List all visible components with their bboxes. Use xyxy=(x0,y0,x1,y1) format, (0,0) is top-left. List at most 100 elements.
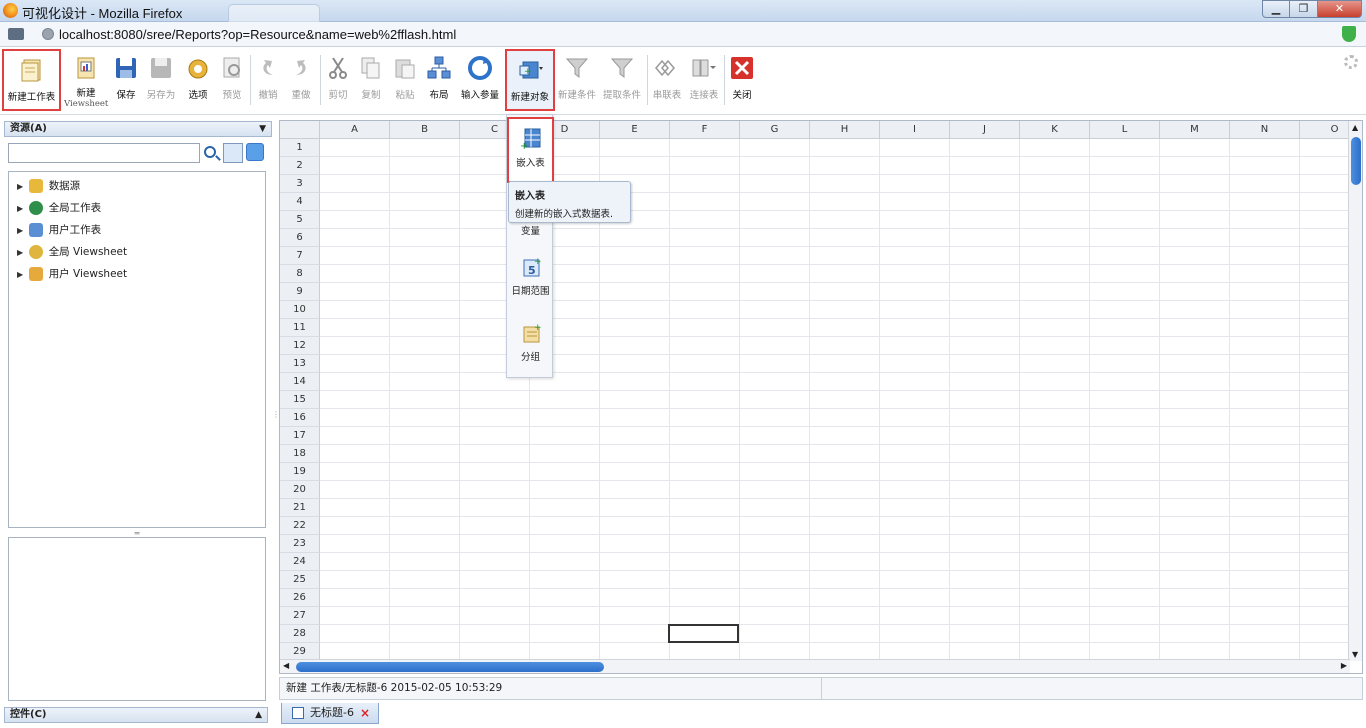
expand-arrow-icon[interactable]: ▶ xyxy=(17,176,26,198)
cut-button[interactable]: 剪切 xyxy=(324,49,352,111)
chevron-down-icon[interactable]: ▼ xyxy=(259,122,266,136)
tree-item-global-worksheet[interactable]: ▶ 全局工作表 xyxy=(9,197,265,219)
tree-item-datasource[interactable]: ▶ 数据源 xyxy=(9,175,265,197)
column-header[interactable]: H xyxy=(810,121,880,139)
menu-item-embedded-table[interactable]: + 嵌入表 xyxy=(507,117,554,183)
row-header[interactable]: 8 xyxy=(280,265,320,283)
tree-item-global-viewsheet[interactable]: ▶ 全局 Viewsheet xyxy=(9,241,265,263)
row-header[interactable]: 28 xyxy=(280,625,320,643)
controls-panel-header[interactable]: 控件(C) ▲ xyxy=(4,707,268,723)
grid-corner[interactable] xyxy=(280,121,320,139)
row-header[interactable]: 5 xyxy=(280,211,320,229)
row-header[interactable]: 9 xyxy=(280,283,320,301)
close-window-button[interactable]: ✕ xyxy=(1318,0,1362,18)
column-header[interactable]: I xyxy=(880,121,950,139)
horizontal-scroll-thumb[interactable] xyxy=(296,662,604,672)
row-header[interactable]: 11 xyxy=(280,319,320,337)
new-object-button[interactable]: + 新建对象 xyxy=(505,49,555,111)
grid-cells[interactable] xyxy=(320,139,1350,661)
row-header[interactable]: 12 xyxy=(280,337,320,355)
shield-icon[interactable] xyxy=(1342,26,1356,42)
maximize-button[interactable]: ❐ xyxy=(1290,0,1318,18)
search-icon[interactable] xyxy=(204,146,216,158)
close-button[interactable]: 关闭 xyxy=(728,49,756,111)
menu-item-date-range[interactable]: 5 + 日期范围 xyxy=(507,247,554,307)
background-tab[interactable] xyxy=(228,4,320,22)
column-header[interactable]: K xyxy=(1020,121,1090,139)
extract-condition-button[interactable]: 提取条件 xyxy=(600,49,644,111)
column-header[interactable]: E xyxy=(600,121,670,139)
column-header[interactable]: N xyxy=(1230,121,1300,139)
new-worksheet-button[interactable]: 新建工作表 xyxy=(2,49,61,111)
row-header[interactable]: 17 xyxy=(280,427,320,445)
url-text[interactable]: localhost:8080/sree/Reports?op=Resource&… xyxy=(59,27,456,42)
row-header[interactable]: 7 xyxy=(280,247,320,265)
copy-button[interactable]: 复制 xyxy=(356,49,386,111)
row-header[interactable]: 22 xyxy=(280,517,320,535)
expand-arrow-icon[interactable]: ▶ xyxy=(17,242,26,264)
row-header[interactable]: 16 xyxy=(280,409,320,427)
column-header[interactable]: B xyxy=(390,121,460,139)
options-button[interactable]: 选项 xyxy=(182,49,214,111)
selected-cell[interactable] xyxy=(668,624,739,643)
save-button[interactable]: 保存 xyxy=(112,49,140,111)
row-header[interactable]: 6 xyxy=(280,229,320,247)
scroll-left-icon[interactable]: ◀ xyxy=(283,661,289,670)
minimize-button[interactable]: ▁ xyxy=(1262,0,1290,18)
vertical-scrollbar[interactable]: ▲ ▼ xyxy=(1348,121,1362,661)
row-header[interactable]: 2 xyxy=(280,157,320,175)
resource-search-input[interactable] xyxy=(8,143,200,163)
refresh-icon[interactable] xyxy=(246,143,264,161)
row-header[interactable]: 21 xyxy=(280,499,320,517)
menu-item-group[interactable]: + 分组 xyxy=(507,313,554,373)
new-condition-button[interactable]: 新建条件 xyxy=(557,49,597,111)
row-header[interactable]: 19 xyxy=(280,463,320,481)
paste-button[interactable]: 粘贴 xyxy=(390,49,420,111)
tree-view-icon[interactable] xyxy=(223,143,243,163)
unjoin-button[interactable]: 串联表 xyxy=(650,49,684,111)
row-header[interactable]: 23 xyxy=(280,535,320,553)
row-header[interactable]: 24 xyxy=(280,553,320,571)
expand-arrow-icon[interactable]: ▶ xyxy=(17,198,26,220)
column-header[interactable]: F xyxy=(670,121,740,139)
row-header[interactable]: 27 xyxy=(280,607,320,625)
row-header[interactable]: 3 xyxy=(280,175,320,193)
row-header[interactable]: 10 xyxy=(280,301,320,319)
expand-arrow-icon[interactable]: ▶ xyxy=(17,220,26,242)
scroll-right-icon[interactable]: ▶ xyxy=(1341,661,1347,670)
chevron-up-icon[interactable]: ▲ xyxy=(255,708,262,722)
row-header[interactable]: 26 xyxy=(280,589,320,607)
row-header[interactable]: 15 xyxy=(280,391,320,409)
input-params-button[interactable]: 输入参量 xyxy=(458,49,502,111)
scroll-down-icon[interactable]: ▼ xyxy=(1352,650,1358,659)
new-viewsheet-button[interactable]: 新建 Viewsheet xyxy=(64,49,108,111)
row-header[interactable]: 25 xyxy=(280,571,320,589)
row-header[interactable]: 1 xyxy=(280,139,320,157)
join-button[interactable]: 连接表 xyxy=(686,49,722,111)
row-header[interactable]: 4 xyxy=(280,193,320,211)
close-tab-icon[interactable]: × xyxy=(360,703,370,723)
tree-item-user-viewsheet[interactable]: ▶ 用户 Viewsheet xyxy=(9,263,265,285)
row-header[interactable]: 13 xyxy=(280,355,320,373)
undo-button[interactable]: 撤销 xyxy=(254,49,282,111)
column-header[interactable]: A xyxy=(320,121,390,139)
column-header[interactable]: M xyxy=(1160,121,1230,139)
row-header[interactable]: 18 xyxy=(280,445,320,463)
scroll-up-icon[interactable]: ▲ xyxy=(1352,123,1358,132)
redo-button[interactable]: 重做 xyxy=(286,49,316,111)
horizontal-scrollbar[interactable]: ◀ ▶ xyxy=(280,659,1350,673)
worksheet-grid[interactable]: ABCDEFGHIJKLMNO 1 2 3 4 5 6 7 8 9 10 11 12 13 14 15 16 1… xyxy=(279,120,1363,674)
row-header[interactable]: 14 xyxy=(280,373,320,391)
save-as-button[interactable]: 另存为 xyxy=(144,49,178,111)
sheet-tab[interactable]: 无标题-6 × xyxy=(281,703,379,724)
expand-arrow-icon[interactable]: ▶ xyxy=(17,264,26,286)
row-header[interactable]: 20 xyxy=(280,481,320,499)
resources-panel-header[interactable]: 资源(A) ▼ xyxy=(4,121,272,137)
tree-item-user-worksheet[interactable]: ▶ 用户工作表 xyxy=(9,219,265,241)
layout-button[interactable]: 布局 xyxy=(424,49,454,111)
column-header[interactable]: G xyxy=(740,121,810,139)
column-header[interactable]: J xyxy=(950,121,1020,139)
column-header[interactable]: L xyxy=(1090,121,1160,139)
preview-button[interactable]: 预览 xyxy=(218,49,246,111)
vertical-scroll-thumb[interactable] xyxy=(1351,137,1361,185)
